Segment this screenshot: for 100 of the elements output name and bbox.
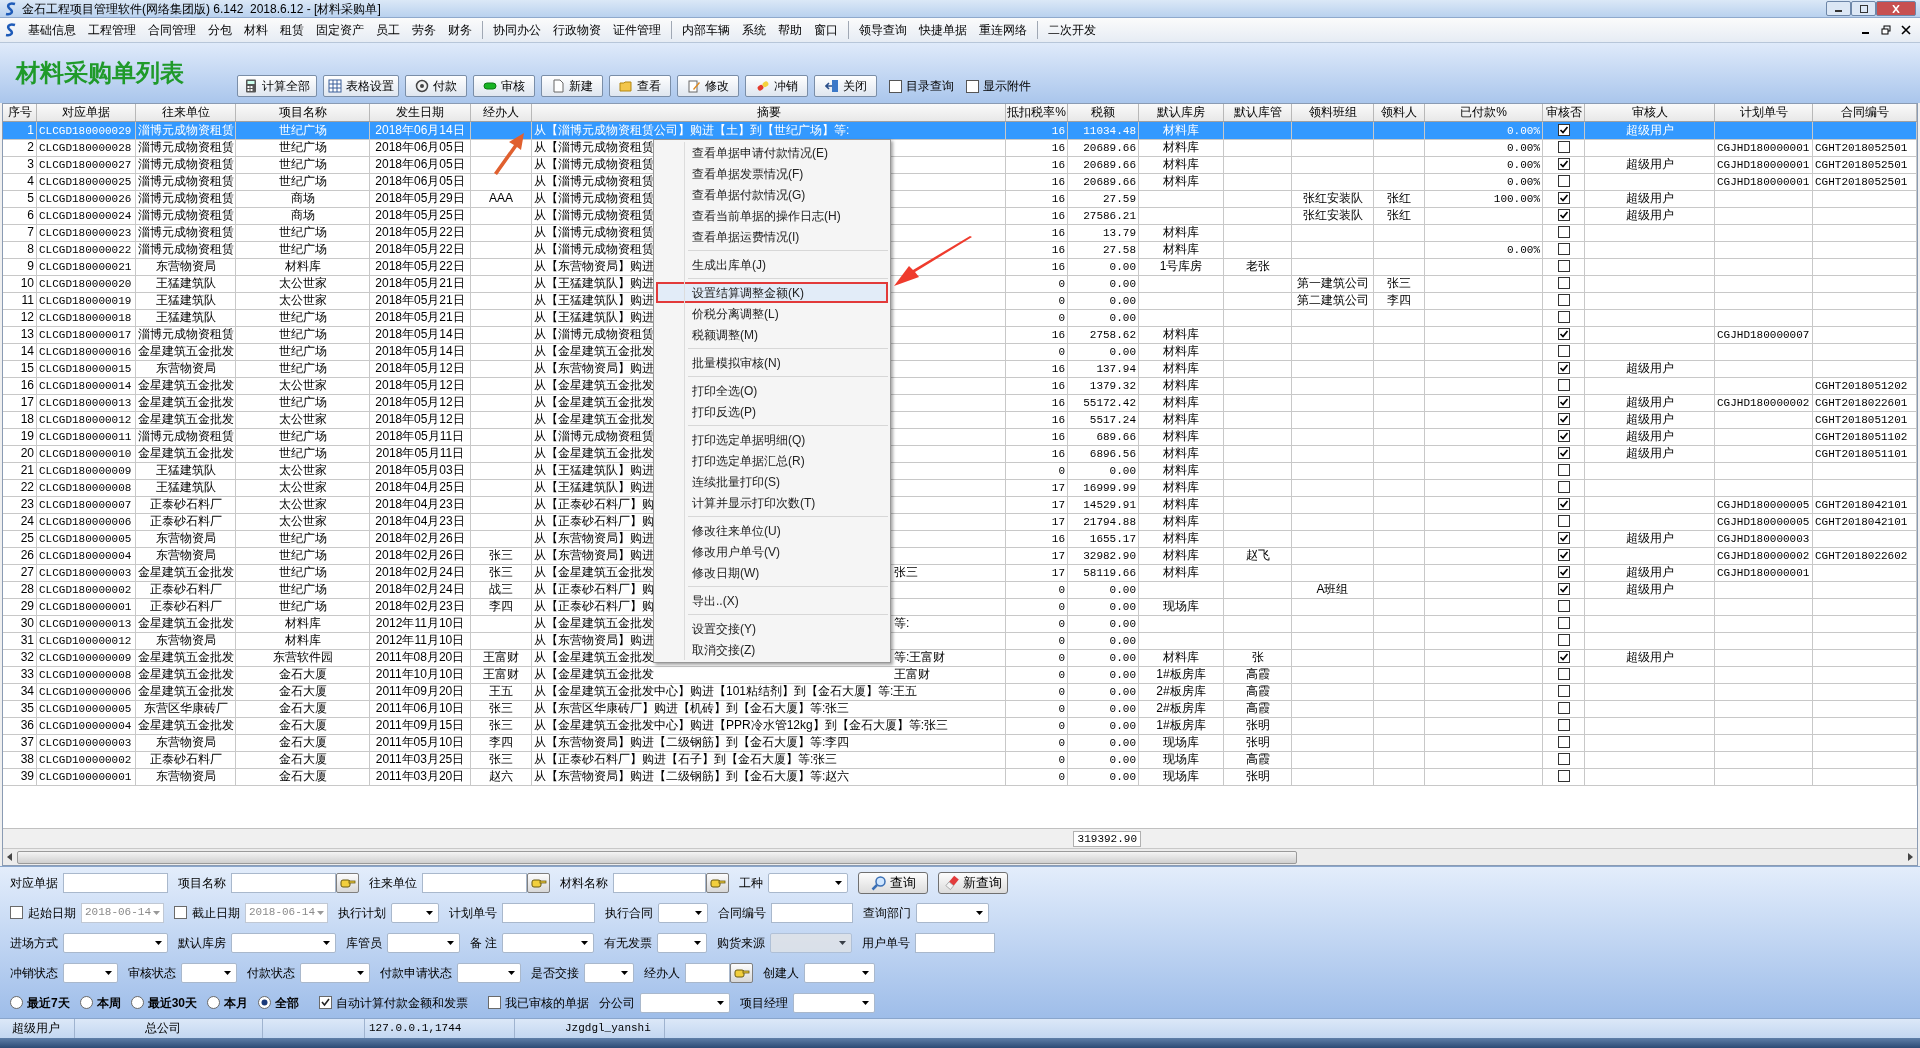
column-header[interactable]: 摘要 [532, 104, 1006, 121]
scroll-left-icon[interactable] [6, 853, 14, 861]
text-field[interactable] [685, 962, 730, 983]
audit-checkbox[interactable] [1557, 344, 1570, 357]
audit-checkbox[interactable] [1557, 395, 1570, 408]
lookup-button[interactable] [706, 872, 729, 893]
radio-button[interactable] [207, 996, 221, 1009]
audit-checkbox[interactable] [1557, 701, 1570, 714]
column-header[interactable]: 审核人 [1585, 104, 1715, 121]
menu-item[interactable]: 行政物资 [547, 21, 607, 39]
audit-checkbox[interactable] [1557, 599, 1570, 612]
audit-checkbox[interactable] [1557, 259, 1570, 272]
audit-checkbox[interactable] [1557, 378, 1570, 391]
text-field[interactable] [771, 902, 853, 923]
column-header[interactable]: 计划单号 [1715, 104, 1813, 121]
radio-button[interactable] [79, 996, 93, 1009]
date-field[interactable]: 2018-06-14 [245, 902, 328, 923]
menu-item[interactable]: 二次开发 [1042, 21, 1102, 39]
menu-item[interactable]: 内部车辆 [676, 21, 736, 39]
menu-item[interactable]: 领导查询 [853, 21, 913, 39]
toolbar-button[interactable]: 新建 [541, 75, 603, 97]
audit-checkbox[interactable] [1557, 531, 1570, 544]
column-header[interactable]: 领料班组 [1292, 104, 1374, 121]
audit-checkbox[interactable] [1557, 633, 1570, 646]
menu-item[interactable]: 快捷单据 [913, 21, 973, 39]
audit-checkbox[interactable] [1557, 157, 1570, 170]
toolbar-button[interactable]: 审核 [473, 75, 535, 97]
audit-checkbox[interactable] [1557, 140, 1570, 153]
audit-checkbox[interactable] [1557, 769, 1570, 782]
toolbar-button[interactable]: 关闭 [814, 75, 877, 97]
lookup-button[interactable] [336, 872, 359, 893]
menu-item[interactable]: 查看当前单据的操作日志(H) [656, 205, 888, 226]
radio-button[interactable] [10, 996, 23, 1009]
column-header[interactable]: 税额 [1068, 104, 1139, 121]
checkbox[interactable] [889, 79, 902, 93]
menu-item[interactable]: 协同办公 [487, 21, 547, 39]
restore-icon[interactable] [1881, 25, 1891, 35]
scroll-right-icon[interactable] [1906, 853, 1914, 861]
menu-item[interactable]: 修改日期(W) [656, 562, 888, 583]
audit-checkbox[interactable] [1557, 174, 1570, 187]
text-field[interactable] [63, 872, 168, 893]
radio-button[interactable] [130, 996, 144, 1009]
text-field[interactable] [915, 932, 996, 953]
audit-checkbox[interactable] [1557, 446, 1570, 459]
toolbar-button[interactable]: 付款 [405, 75, 467, 97]
toolbar-button[interactable]: 查看 [609, 75, 671, 97]
audit-checkbox[interactable] [1557, 497, 1570, 510]
checkbox[interactable] [10, 906, 23, 919]
date-field[interactable]: 2018-06-14 [81, 902, 164, 923]
audit-checkbox[interactable] [1557, 208, 1570, 221]
audit-checkbox[interactable] [1557, 429, 1570, 442]
menu-item[interactable]: 固定资产 [310, 21, 370, 39]
column-header[interactable]: 已付款% [1425, 104, 1543, 121]
lookup-button[interactable] [730, 962, 753, 983]
audit-checkbox[interactable] [1557, 225, 1570, 238]
column-header[interactable]: 往来单位 [136, 104, 236, 121]
audit-checkbox[interactable] [1557, 412, 1570, 425]
menu-item[interactable]: 租赁 [274, 21, 310, 39]
audit-checkbox[interactable] [1557, 616, 1570, 629]
audit-checkbox[interactable] [1557, 123, 1570, 136]
menu-item[interactable]: 帮助 [772, 21, 808, 39]
audit-checkbox[interactable] [1557, 667, 1570, 680]
checkbox[interactable] [319, 996, 333, 1009]
radio-button[interactable] [258, 996, 272, 1009]
column-header[interactable]: 项目名称 [236, 104, 370, 121]
audit-checkbox[interactable] [1557, 310, 1570, 323]
menu-item[interactable]: 工程管理 [82, 21, 142, 39]
toolbar-button[interactable]: 表格设置 [323, 75, 399, 97]
maximize-button[interactable] [1851, 1, 1876, 16]
toolbar-button[interactable]: 修改 [677, 75, 739, 97]
menu-item[interactable]: 材料 [238, 21, 274, 39]
column-header[interactable]: 抵扣税率% [1006, 104, 1068, 121]
audit-checkbox[interactable] [1557, 361, 1570, 374]
audit-checkbox[interactable] [1557, 548, 1570, 561]
column-header[interactable]: 经办人 [471, 104, 532, 121]
audit-checkbox[interactable] [1557, 463, 1570, 476]
column-header[interactable]: 默认库房 [1139, 104, 1224, 121]
column-header[interactable]: 默认库管 [1224, 104, 1292, 121]
search-button[interactable]: 查询 [858, 871, 928, 894]
audit-checkbox[interactable] [1557, 735, 1570, 748]
menu-item[interactable]: 分包 [202, 21, 238, 39]
column-header[interactable]: 序号 [3, 104, 37, 121]
column-header[interactable]: 审核否 [1543, 104, 1585, 121]
text-field[interactable] [502, 902, 595, 923]
menu-item[interactable]: 劳务 [406, 21, 442, 39]
column-header[interactable]: 对应单据 [37, 104, 136, 121]
audit-checkbox[interactable] [1557, 718, 1570, 731]
menu-item[interactable]: 基础信息 [22, 21, 82, 39]
menu-item[interactable]: 税额调整(M) [656, 324, 888, 345]
menu-item[interactable]: 证件管理 [607, 21, 667, 39]
audit-checkbox[interactable] [1557, 327, 1570, 340]
audit-checkbox[interactable] [1557, 191, 1570, 204]
text-field[interactable] [231, 872, 336, 893]
horizontal-scrollbar[interactable] [3, 848, 1917, 865]
column-header[interactable]: 发生日期 [370, 104, 471, 121]
menu-item[interactable]: 员工 [370, 21, 406, 39]
close-icon[interactable] [1901, 25, 1911, 35]
menu-item[interactable]: 财务 [442, 21, 478, 39]
audit-checkbox[interactable] [1557, 565, 1570, 578]
toolbar-button[interactable]: 冲销 [745, 75, 808, 97]
